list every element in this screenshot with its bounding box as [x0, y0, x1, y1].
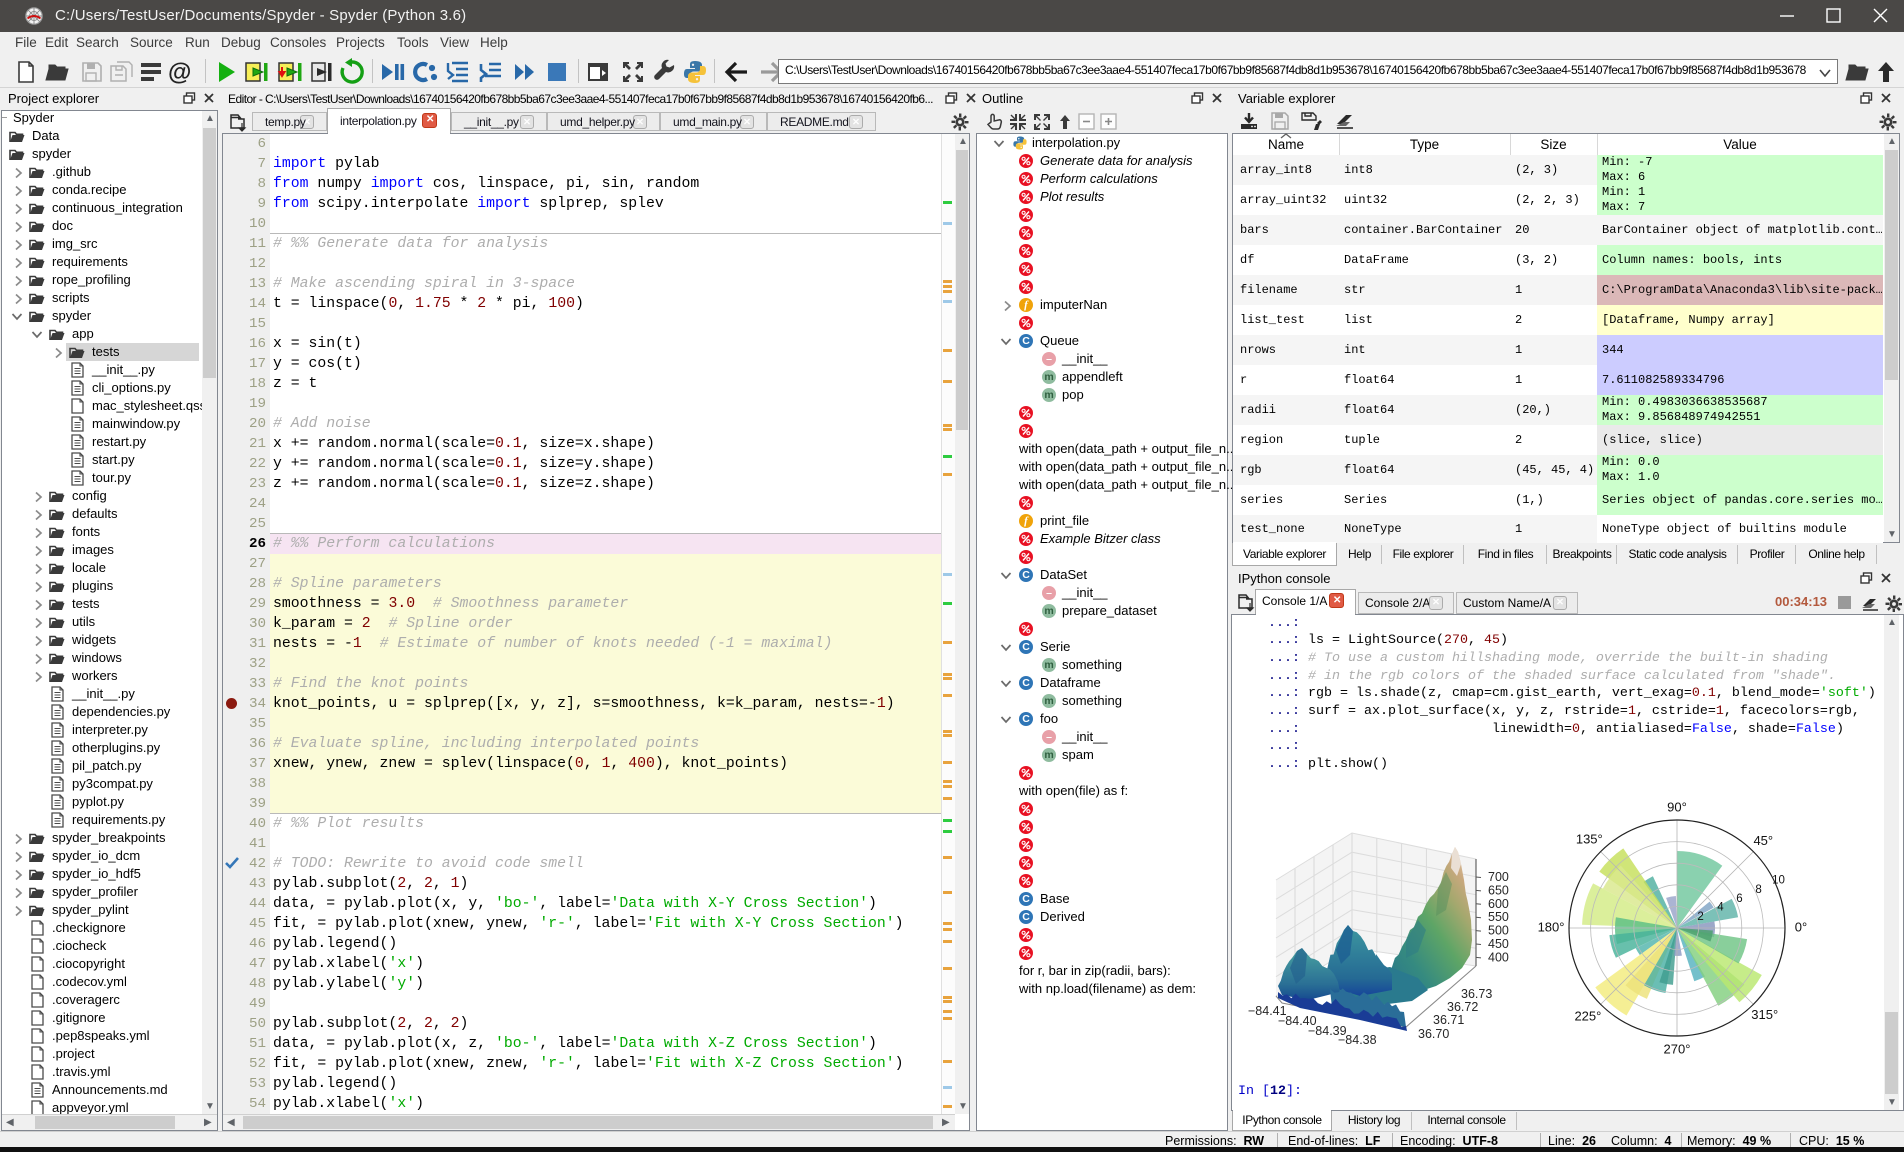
svg-text:650: 650	[1488, 883, 1509, 897]
svg-text:10: 10	[1772, 875, 1785, 887]
svg-text:6: 6	[1736, 893, 1742, 905]
svg-text:45°: 45°	[1753, 833, 1773, 848]
svg-text:−84.38: −84.38	[1338, 1033, 1377, 1047]
svg-text:550: 550	[1488, 910, 1509, 924]
svg-text:0°: 0°	[1795, 919, 1807, 934]
svg-text:270°: 270°	[1664, 1041, 1691, 1056]
svg-text:600: 600	[1488, 897, 1509, 911]
svg-text:36.73: 36.73	[1461, 987, 1492, 1001]
svg-text:315°: 315°	[1751, 1007, 1778, 1022]
svg-text:36.70: 36.70	[1418, 1027, 1449, 1041]
svg-text:4: 4	[1717, 902, 1724, 914]
svg-text:225°: 225°	[1574, 1009, 1601, 1024]
svg-text:36.72: 36.72	[1447, 1000, 1478, 1014]
svg-text:36.71: 36.71	[1433, 1013, 1464, 1027]
svg-text:180°: 180°	[1538, 919, 1565, 934]
svg-text:450: 450	[1488, 937, 1509, 951]
svg-text:135°: 135°	[1576, 832, 1603, 847]
svg-text:8: 8	[1755, 884, 1761, 896]
svg-text:400: 400	[1488, 950, 1509, 964]
svg-text:90°: 90°	[1667, 799, 1687, 814]
svg-text:500: 500	[1488, 924, 1509, 938]
svg-text:700: 700	[1488, 870, 1509, 884]
svg-text:2: 2	[1697, 911, 1703, 923]
